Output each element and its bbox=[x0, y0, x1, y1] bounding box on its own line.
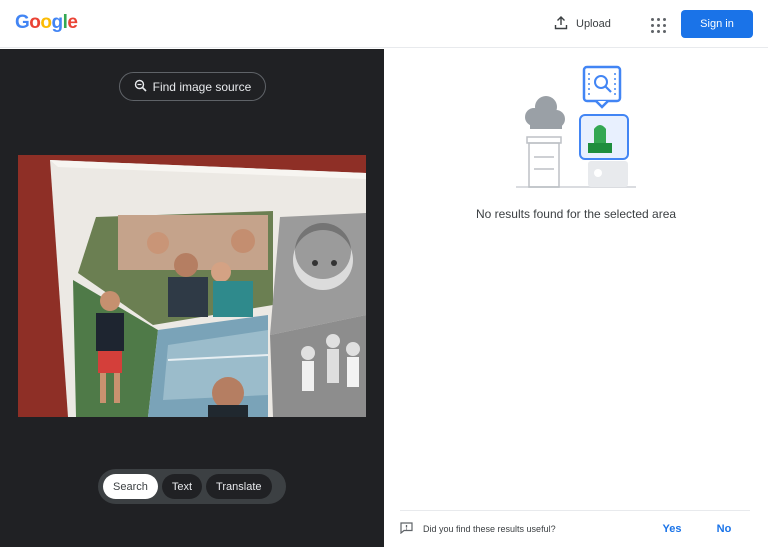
feedback-question: Did you find these results useful? bbox=[423, 523, 556, 534]
find-image-source-button[interactable]: Find image source bbox=[119, 72, 266, 101]
feedback-icon bbox=[400, 521, 413, 536]
upload-button[interactable]: Upload bbox=[546, 10, 619, 38]
mode-switcher: Search Text Translate bbox=[98, 469, 286, 504]
mode-text-button[interactable]: Text bbox=[161, 474, 203, 499]
logo-letter: o bbox=[29, 12, 41, 33]
no-results-illustration bbox=[516, 63, 641, 191]
logo-letter: G bbox=[15, 12, 30, 33]
top-bar: Google Upload Sign in bbox=[0, 0, 768, 48]
upload-icon bbox=[554, 15, 568, 33]
logo-letter: o bbox=[40, 12, 52, 33]
mode-search-button[interactable]: Search bbox=[103, 474, 158, 499]
feedback-bar: Did you find these results useful? Yes N… bbox=[400, 510, 750, 546]
google-logo[interactable]: Google bbox=[15, 12, 78, 34]
sign-in-button[interactable]: Sign in bbox=[681, 10, 753, 38]
feedback-yes-button[interactable]: Yes bbox=[646, 523, 698, 535]
image-viewer-panel: Find image source Search Text Translate bbox=[0, 49, 384, 547]
find-image-source-label: Find image source bbox=[152, 79, 252, 94]
no-results-message: No results found for the selected area bbox=[475, 207, 677, 221]
lens-icon bbox=[134, 79, 147, 95]
uploaded-photo[interactable] bbox=[18, 155, 366, 417]
mode-translate-button[interactable]: Translate bbox=[206, 474, 272, 499]
results-panel: No results found for the selected area D… bbox=[384, 49, 768, 547]
upload-label: Upload bbox=[576, 18, 611, 30]
logo-letter: e bbox=[67, 12, 78, 33]
apps-grid-icon[interactable] bbox=[645, 12, 669, 36]
feedback-no-button[interactable]: No bbox=[698, 523, 750, 535]
logo-letter: g bbox=[51, 12, 64, 33]
